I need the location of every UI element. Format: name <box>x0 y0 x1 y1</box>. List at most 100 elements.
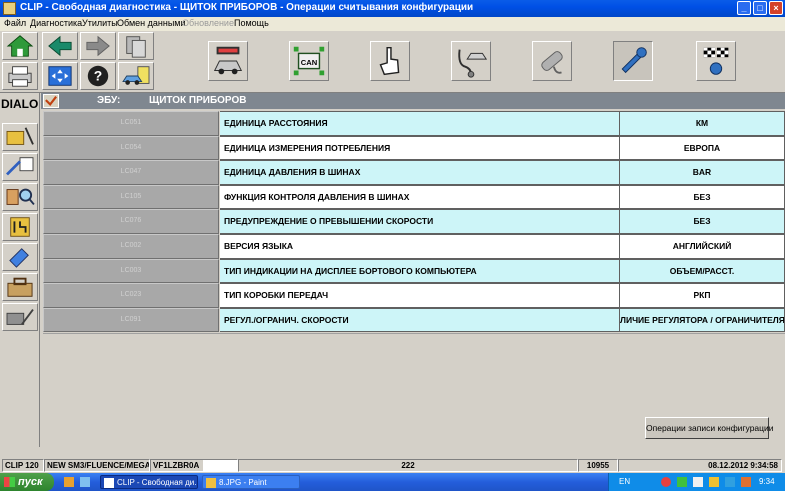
task-paint[interactable]: 8.JPG - Paint <box>202 475 300 489</box>
bandage-icon <box>541 51 563 74</box>
manual-test-button[interactable] <box>370 41 410 81</box>
menu-update[interactable]: Обновление <box>182 18 234 28</box>
table-row[interactable]: LC051 ЕДИНИЦА РАССТОЯНИЯ КМ <box>43 111 785 136</box>
print-button[interactable] <box>2 62 38 90</box>
row-value: ЕВРОПА <box>620 135 785 161</box>
can-network-button[interactable]: CAN <box>289 41 329 81</box>
configuration-button[interactable] <box>613 41 653 81</box>
row-value: БЕЗ <box>620 209 785 234</box>
help-button[interactable]: ? <box>80 62 116 90</box>
menu-file[interactable]: Файл <box>4 18 26 28</box>
table-row[interactable]: LC105 ФУНКЦИЯ КОНТРОЛЯ ДАВЛЕНИЯ В ШИНАХ … <box>43 184 785 210</box>
documents-icon <box>126 36 146 58</box>
table-row[interactable]: LC023 ТИП КОРОБКИ ПЕРЕДАЧ РКП <box>43 283 785 308</box>
table-row[interactable]: LC002 ВЕРСИЯ ЯЗЫКА АНГЛИЙСКИЙ <box>43 234 785 259</box>
tray-icon-2[interactable] <box>677 477 687 487</box>
wrench-icon <box>621 47 647 74</box>
help-icon: ? <box>87 65 109 87</box>
system-tray: EN 9:34 <box>608 473 785 491</box>
home-button[interactable] <box>2 32 38 60</box>
side-erase-button[interactable] <box>2 243 38 271</box>
row-code: LC091 <box>43 307 219 333</box>
app-icon <box>3 2 16 15</box>
forward-button[interactable] <box>80 32 116 60</box>
back-button[interactable] <box>42 32 78 60</box>
task-clip[interactable]: CLIP - Свободная ди... <box>100 475 198 489</box>
menu-bar: Файл Диагностика Утилиты Обмен данными О… <box>0 17 785 31</box>
side-folder-button[interactable] <box>2 123 38 151</box>
status-clip: CLIP 120 <box>2 459 44 472</box>
row-value: ЛИЧИЕ РЕГУЛЯТОРА / ОГРАНИЧИТЕЛЯ СІ <box>620 307 785 333</box>
tray-icon-4[interactable] <box>709 477 719 487</box>
side-edit-button[interactable] <box>2 303 38 331</box>
arrow-left-icon <box>48 35 72 57</box>
car-measure-button[interactable] <box>451 41 491 81</box>
close-button[interactable]: × <box>769 1 783 15</box>
vehicle-info-button[interactable] <box>118 62 154 90</box>
row-parameter: ТИП ИНДИКАЦИИ НА ДИСПЛЕЕ БОРТОВОГО КОМПЬ… <box>220 258 620 284</box>
language-indicator[interactable]: EN <box>619 477 630 486</box>
table-row[interactable]: LC047 ЕДИНИЦА ДАВЛЕНИЯ В ШИНАХ BAR <box>43 160 785 185</box>
status-code: 222 <box>238 459 578 472</box>
row-parameter: ПРЕДУПРЕЖДЕНИЕ О ПРЕВЫШЕНИИ СКОРОСТИ <box>220 209 620 234</box>
quicklaunch-desktop-icon[interactable] <box>80 477 90 487</box>
repair-button[interactable] <box>532 41 572 81</box>
toolbar: ? CAN <box>0 31 785 93</box>
side-tools-button[interactable] <box>2 153 38 181</box>
can-label: CAN <box>301 58 317 67</box>
tray-icon-5[interactable] <box>725 477 735 487</box>
vehicle-diagnostic-button[interactable] <box>208 41 248 81</box>
status-vin-text: VF1LZBR0A <box>153 461 200 470</box>
main-content: ЭБУ: ЩИТОК ПРИБОРОВ LC051 ЕДИНИЦА РАССТО… <box>41 93 785 447</box>
status-vin: VF1LZBR0A <box>150 459 238 472</box>
svg-text:?: ? <box>94 68 103 84</box>
tray-clock[interactable]: 9:34 <box>759 477 775 486</box>
maximize-button[interactable]: □ <box>753 1 767 15</box>
side-toolbox-button[interactable] <box>2 273 38 301</box>
start-label: пуск <box>18 476 43 488</box>
toolbox-icon <box>7 277 33 297</box>
ecu-value: ЩИТОК ПРИБОРОВ <box>149 95 247 106</box>
quicklaunch-ie-icon[interactable] <box>64 477 74 487</box>
race-settings-button[interactable] <box>696 41 736 81</box>
row-code: LC054 <box>43 135 219 161</box>
fullscreen-button[interactable] <box>42 62 78 90</box>
menu-help[interactable]: Помощь <box>234 18 269 28</box>
side-diagram-button[interactable] <box>2 213 38 241</box>
row-value: АНГЛИЙСКИЙ <box>620 234 785 259</box>
paint-task-icon <box>206 478 216 488</box>
menu-data-exchange[interactable]: Обмен данными <box>117 18 186 28</box>
row-value: РКП <box>620 283 785 308</box>
minimize-button[interactable]: _ <box>737 1 751 15</box>
status-bar: CLIP 120 NEW SM3/FLUENCE/MEGA VF1LZBR0A … <box>0 458 785 473</box>
row-parameter: ЕДИНИЦА РАССТОЯНИЯ <box>220 111 620 136</box>
start-button[interactable]: пуск <box>0 473 54 491</box>
row-code: LC076 <box>43 209 219 234</box>
pen-grid-icon <box>6 157 34 176</box>
taskbar: пуск CLIP - Свободная ди... 8.JPG - Pain… <box>0 473 785 491</box>
write-configuration-button[interactable]: Операции записи конфигурации <box>645 417 774 439</box>
table-row[interactable]: LC054 ЕДИНИЦА ИЗМЕРЕНИЯ ПОТРЕБЛЕНИЯ ЕВРО… <box>43 135 785 161</box>
can-bus-icon: CAN <box>293 46 325 76</box>
menu-utilities[interactable]: Утилиты <box>82 18 118 28</box>
task-clip-label: CLIP - Свободная ди... <box>117 478 198 487</box>
documents-button[interactable] <box>118 32 154 60</box>
table-row[interactable]: LC003 ТИП ИНДИКАЦИИ НА ДИСПЛЕЕ БОРТОВОГО… <box>43 258 785 284</box>
ecu-label: ЭБУ: <box>97 95 121 106</box>
side-search-button[interactable] <box>2 183 38 211</box>
quicklaunch <box>62 475 96 489</box>
tray-icon-6[interactable] <box>741 477 751 487</box>
tray-icon-3[interactable] <box>693 477 703 487</box>
row-parameter: РЕГУЛ./ОГРАНИЧ. СКОРОСТИ <box>220 307 620 333</box>
menu-diagnostics[interactable]: Диагностика <box>30 18 82 28</box>
ecu-toggle[interactable] <box>43 94 59 108</box>
checkmark-icon <box>45 96 57 107</box>
car-document-icon <box>122 66 150 85</box>
status-number: 10955 <box>578 459 618 472</box>
table-row[interactable]: LC076 ПРЕДУПРЕЖДЕНИЕ О ПРЕВЫШЕНИИ СКОРОС… <box>43 209 785 234</box>
tray-icon-1[interactable] <box>661 477 671 487</box>
home-icon <box>6 35 34 57</box>
row-code: LC002 <box>43 234 219 259</box>
status-vin-mask <box>203 460 237 471</box>
table-row[interactable]: LC091 РЕГУЛ./ОГРАНИЧ. СКОРОСТИ ЛИЧИЕ РЕГ… <box>43 307 785 333</box>
